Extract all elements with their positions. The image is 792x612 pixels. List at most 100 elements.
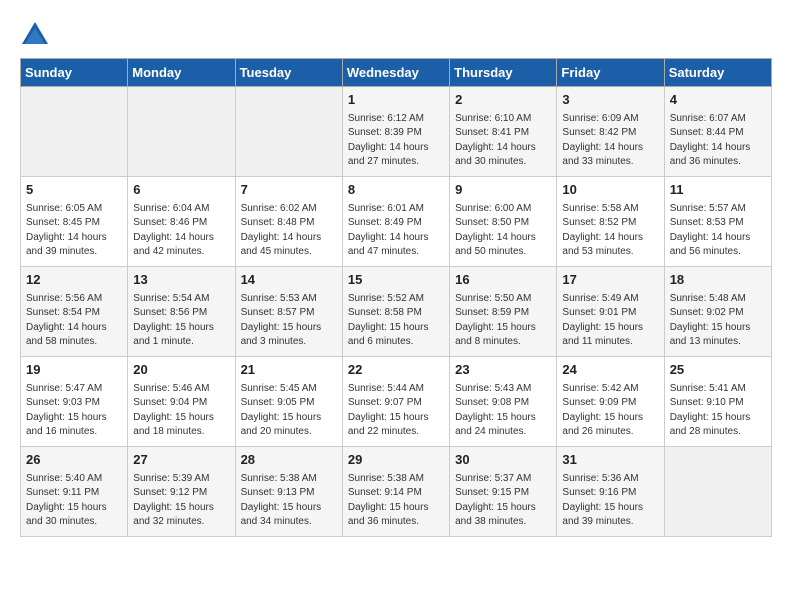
day-info-line: Daylight: 15 hours and 38 minutes. [455, 501, 551, 530]
calendar-week-5: 26Sunrise: 5:40 AMSunset: 9:11 PMDayligh… [21, 447, 772, 537]
day-number: 16 [455, 271, 551, 290]
day-info-line: Daylight: 14 hours and 58 minutes. [26, 321, 122, 350]
calendar-header: SundayMondayTuesdayWednesdayThursdayFrid… [21, 59, 772, 87]
day-info-line: Daylight: 15 hours and 32 minutes. [133, 501, 229, 530]
day-info-line: Sunset: 9:10 PM [670, 396, 766, 411]
day-info-line: Sunrise: 5:53 AM [241, 292, 337, 307]
calendar-cell: 27Sunrise: 5:39 AMSunset: 9:12 PMDayligh… [128, 447, 235, 537]
calendar-cell: 23Sunrise: 5:43 AMSunset: 9:08 PMDayligh… [450, 357, 557, 447]
day-number: 8 [348, 181, 444, 200]
day-number: 23 [455, 361, 551, 380]
day-number: 20 [133, 361, 229, 380]
day-info-line: Sunrise: 5:47 AM [26, 382, 122, 397]
day-info-line: Sunset: 8:41 PM [455, 126, 551, 141]
day-info-line: Sunrise: 5:40 AM [26, 472, 122, 487]
day-info-line: Daylight: 14 hours and 30 minutes. [455, 141, 551, 170]
day-number: 2 [455, 91, 551, 110]
day-info-line: Daylight: 15 hours and 16 minutes. [26, 411, 122, 440]
calendar-week-3: 12Sunrise: 5:56 AMSunset: 8:54 PMDayligh… [21, 267, 772, 357]
day-info-line: Sunset: 8:57 PM [241, 306, 337, 321]
calendar-cell: 7Sunrise: 6:02 AMSunset: 8:48 PMDaylight… [235, 177, 342, 267]
day-info-line: Sunset: 8:45 PM [26, 216, 122, 231]
calendar-cell: 28Sunrise: 5:38 AMSunset: 9:13 PMDayligh… [235, 447, 342, 537]
calendar-cell [664, 447, 771, 537]
day-info-line: Sunset: 9:03 PM [26, 396, 122, 411]
day-info-line: Sunrise: 5:36 AM [562, 472, 658, 487]
day-number: 17 [562, 271, 658, 290]
day-number: 1 [348, 91, 444, 110]
day-info-line: Sunrise: 5:42 AM [562, 382, 658, 397]
day-info-line: Sunrise: 5:39 AM [133, 472, 229, 487]
calendar-cell: 19 Sunrise: 5:47 AMSunset: 9:03 PMDayligh… [21, 357, 128, 447]
day-info-line: Daylight: 14 hours and 42 minutes. [133, 231, 229, 260]
day-info-line: Daylight: 15 hours and 3 minutes. [241, 321, 337, 350]
calendar-cell: 25Sunrise: 5:41 AMSunset: 9:10 PMDayligh… [664, 357, 771, 447]
day-info-line: Sunrise: 5:58 AM [562, 202, 658, 217]
logo-icon [20, 20, 50, 50]
day-info-line: Daylight: 15 hours and 36 minutes. [348, 501, 444, 530]
day-info-line: Daylight: 14 hours and 39 minutes. [26, 231, 122, 260]
day-number: 26 [26, 451, 122, 470]
day-number: 31 [562, 451, 658, 470]
day-info-line: Sunset: 9:01 PM [562, 306, 658, 321]
day-info-line: Sunset: 9:08 PM [455, 396, 551, 411]
day-info-line: Sunset: 8:56 PM [133, 306, 229, 321]
day-info-line: Sunset: 8:39 PM [348, 126, 444, 141]
day-number: 15 [348, 271, 444, 290]
calendar-cell: 18Sunrise: 5:48 AMSunset: 9:02 PMDayligh… [664, 267, 771, 357]
calendar-cell: 26Sunrise: 5:40 AMSunset: 9:11 PMDayligh… [21, 447, 128, 537]
day-info-line: Sunrise: 5:45 AM [241, 382, 337, 397]
calendar-cell: 13Sunrise: 5:54 AMSunset: 8:56 PMDayligh… [128, 267, 235, 357]
day-info-line: Sunset: 9:14 PM [348, 486, 444, 501]
day-number: 24 [562, 361, 658, 380]
day-info-line: Daylight: 15 hours and 30 minutes. [26, 501, 122, 530]
day-number: 14 [241, 271, 337, 290]
day-info-line: Sunset: 8:59 PM [455, 306, 551, 321]
day-info-line: Sunset: 9:04 PM [133, 396, 229, 411]
weekday-row: SundayMondayTuesdayWednesdayThursdayFrid… [21, 59, 772, 87]
day-info-line: Sunrise: 5:56 AM [26, 292, 122, 307]
day-info-line: Sunrise: 5:38 AM [348, 472, 444, 487]
calendar-cell [21, 87, 128, 177]
day-info-line: Sunset: 8:54 PM [26, 306, 122, 321]
day-info-line: Sunrise: 6:04 AM [133, 202, 229, 217]
calendar-cell [235, 87, 342, 177]
weekday-header-monday: Monday [128, 59, 235, 87]
day-number: 7 [241, 181, 337, 200]
calendar-cell: 22Sunrise: 5:44 AMSunset: 9:07 PMDayligh… [342, 357, 449, 447]
calendar-week-2: 5Sunrise: 6:05 AMSunset: 8:45 PMDaylight… [21, 177, 772, 267]
day-info-line: Sunrise: 5:37 AM [455, 472, 551, 487]
calendar-cell [128, 87, 235, 177]
calendar-cell: 14 Sunrise: 5:53 AMSunset: 8:57 PMDayligh… [235, 267, 342, 357]
day-number: 13 [133, 271, 229, 290]
day-info-line: Daylight: 15 hours and 20 minutes. [241, 411, 337, 440]
day-info-line: Sunrise: 5:52 AM [348, 292, 444, 307]
day-number: 19 [26, 361, 122, 380]
weekday-header-friday: Friday [557, 59, 664, 87]
calendar-cell: 20Sunrise: 5:46 AMSunset: 9:04 PMDayligh… [128, 357, 235, 447]
day-info-line: Sunset: 8:48 PM [241, 216, 337, 231]
day-info-line: Sunrise: 6:02 AM [241, 202, 337, 217]
day-info-line: Daylight: 15 hours and 34 minutes. [241, 501, 337, 530]
calendar-cell: 9Sunrise: 6:00 AMSunset: 8:50 PMDaylight… [450, 177, 557, 267]
day-number: 27 [133, 451, 229, 470]
day-number: 3 [562, 91, 658, 110]
calendar-cell: 21Sunrise: 5:45 AMSunset: 9:05 PMDayligh… [235, 357, 342, 447]
day-number: 29 [348, 451, 444, 470]
calendar-body: 1Sunrise: 6:12 AMSunset: 8:39 PMDaylight… [21, 87, 772, 537]
day-info-line: Daylight: 15 hours and 13 minutes. [670, 321, 766, 350]
day-info-line: Sunrise: 5:43 AM [455, 382, 551, 397]
logo [20, 20, 54, 50]
day-number: 22 [348, 361, 444, 380]
calendar-cell: 15Sunrise: 5:52 AMSunset: 8:58 PMDayligh… [342, 267, 449, 357]
day-info-line: Sunrise: 5:46 AM [133, 382, 229, 397]
day-number: 30 [455, 451, 551, 470]
calendar-cell: 3Sunrise: 6:09 AMSunset: 8:42 PMDaylight… [557, 87, 664, 177]
day-info-line: Sunset: 8:49 PM [348, 216, 444, 231]
day-info-line: Sunrise: 6:10 AM [455, 112, 551, 127]
calendar-cell: 12Sunrise: 5:56 AMSunset: 8:54 PMDayligh… [21, 267, 128, 357]
calendar-cell: 31Sunrise: 5:36 AMSunset: 9:16 PMDayligh… [557, 447, 664, 537]
day-info-line: Sunrise: 5:57 AM [670, 202, 766, 217]
calendar-cell: 8Sunrise: 6:01 AMSunset: 8:49 PMDaylight… [342, 177, 449, 267]
day-info-line: Sunset: 8:42 PM [562, 126, 658, 141]
